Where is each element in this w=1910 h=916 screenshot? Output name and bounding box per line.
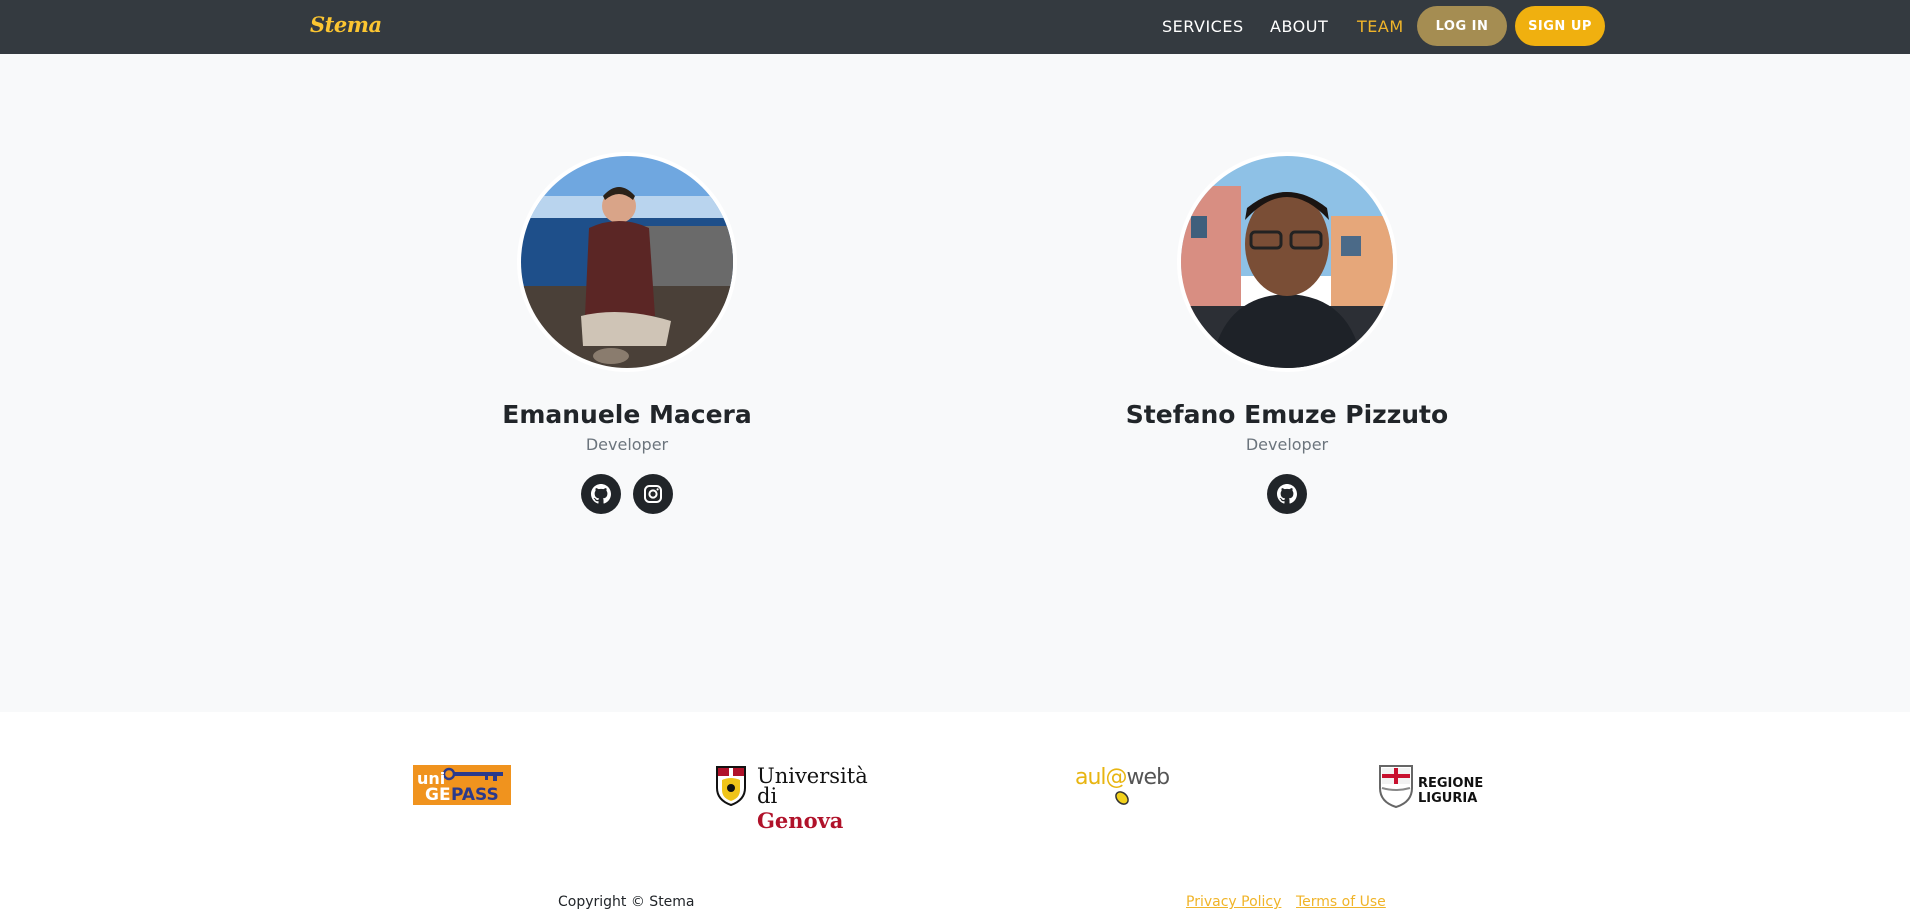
copyright: Copyright © Stema <box>558 894 695 910</box>
github-button[interactable] <box>581 474 621 514</box>
team-member-card: Emanuele Macera Developer <box>327 152 927 514</box>
login-button[interactable]: LOG IN <box>1417 6 1507 46</box>
github-icon <box>1277 484 1297 504</box>
instagram-icon <box>644 485 662 503</box>
nav-link-team[interactable]: TEAM <box>1357 17 1404 36</box>
member-name: Emanuele Macera <box>502 400 752 429</box>
privacy-policy-link[interactable]: Privacy Policy <box>1186 894 1281 910</box>
terms-of-use-link[interactable]: Terms of Use <box>1296 894 1386 910</box>
nav-link-services[interactable]: SERVICES <box>1162 17 1244 36</box>
avatar <box>521 156 733 368</box>
nav-link-about[interactable]: ABOUT <box>1270 17 1328 36</box>
github-icon <box>591 484 611 504</box>
member-name: Stefano Emuze Pizzuto <box>1125 400 1449 429</box>
member-role: Developer <box>585 435 669 454</box>
partner-logos: uni GE PASS Università di Genova aul@web… <box>0 712 1910 916</box>
universita-genova-logo[interactable]: Università di Genova <box>716 764 868 833</box>
team-member-card: Stefano Emuze Pizzuto Developer <box>987 152 1587 514</box>
github-button[interactable] <box>1267 474 1307 514</box>
navbar: Stema SERVICES ABOUT TEAM LOG IN SIGN UP <box>0 0 1910 54</box>
instagram-button[interactable] <box>633 474 673 514</box>
unigepass-logo[interactable]: uni GE PASS <box>413 765 511 805</box>
regione-liguria-logo[interactable]: REGIONE LIGURIA <box>1378 764 1538 808</box>
member-role: Developer <box>1245 435 1329 454</box>
avatar-frame <box>1177 152 1397 372</box>
brand-logo[interactable]: Stema <box>310 12 382 37</box>
aulaweb-logo[interactable]: aul@web <box>1075 765 1180 805</box>
avatar <box>1181 156 1393 368</box>
social-links <box>327 474 927 514</box>
avatar-frame <box>517 152 737 372</box>
social-links <box>987 474 1587 514</box>
signup-button[interactable]: SIGN UP <box>1515 6 1605 46</box>
